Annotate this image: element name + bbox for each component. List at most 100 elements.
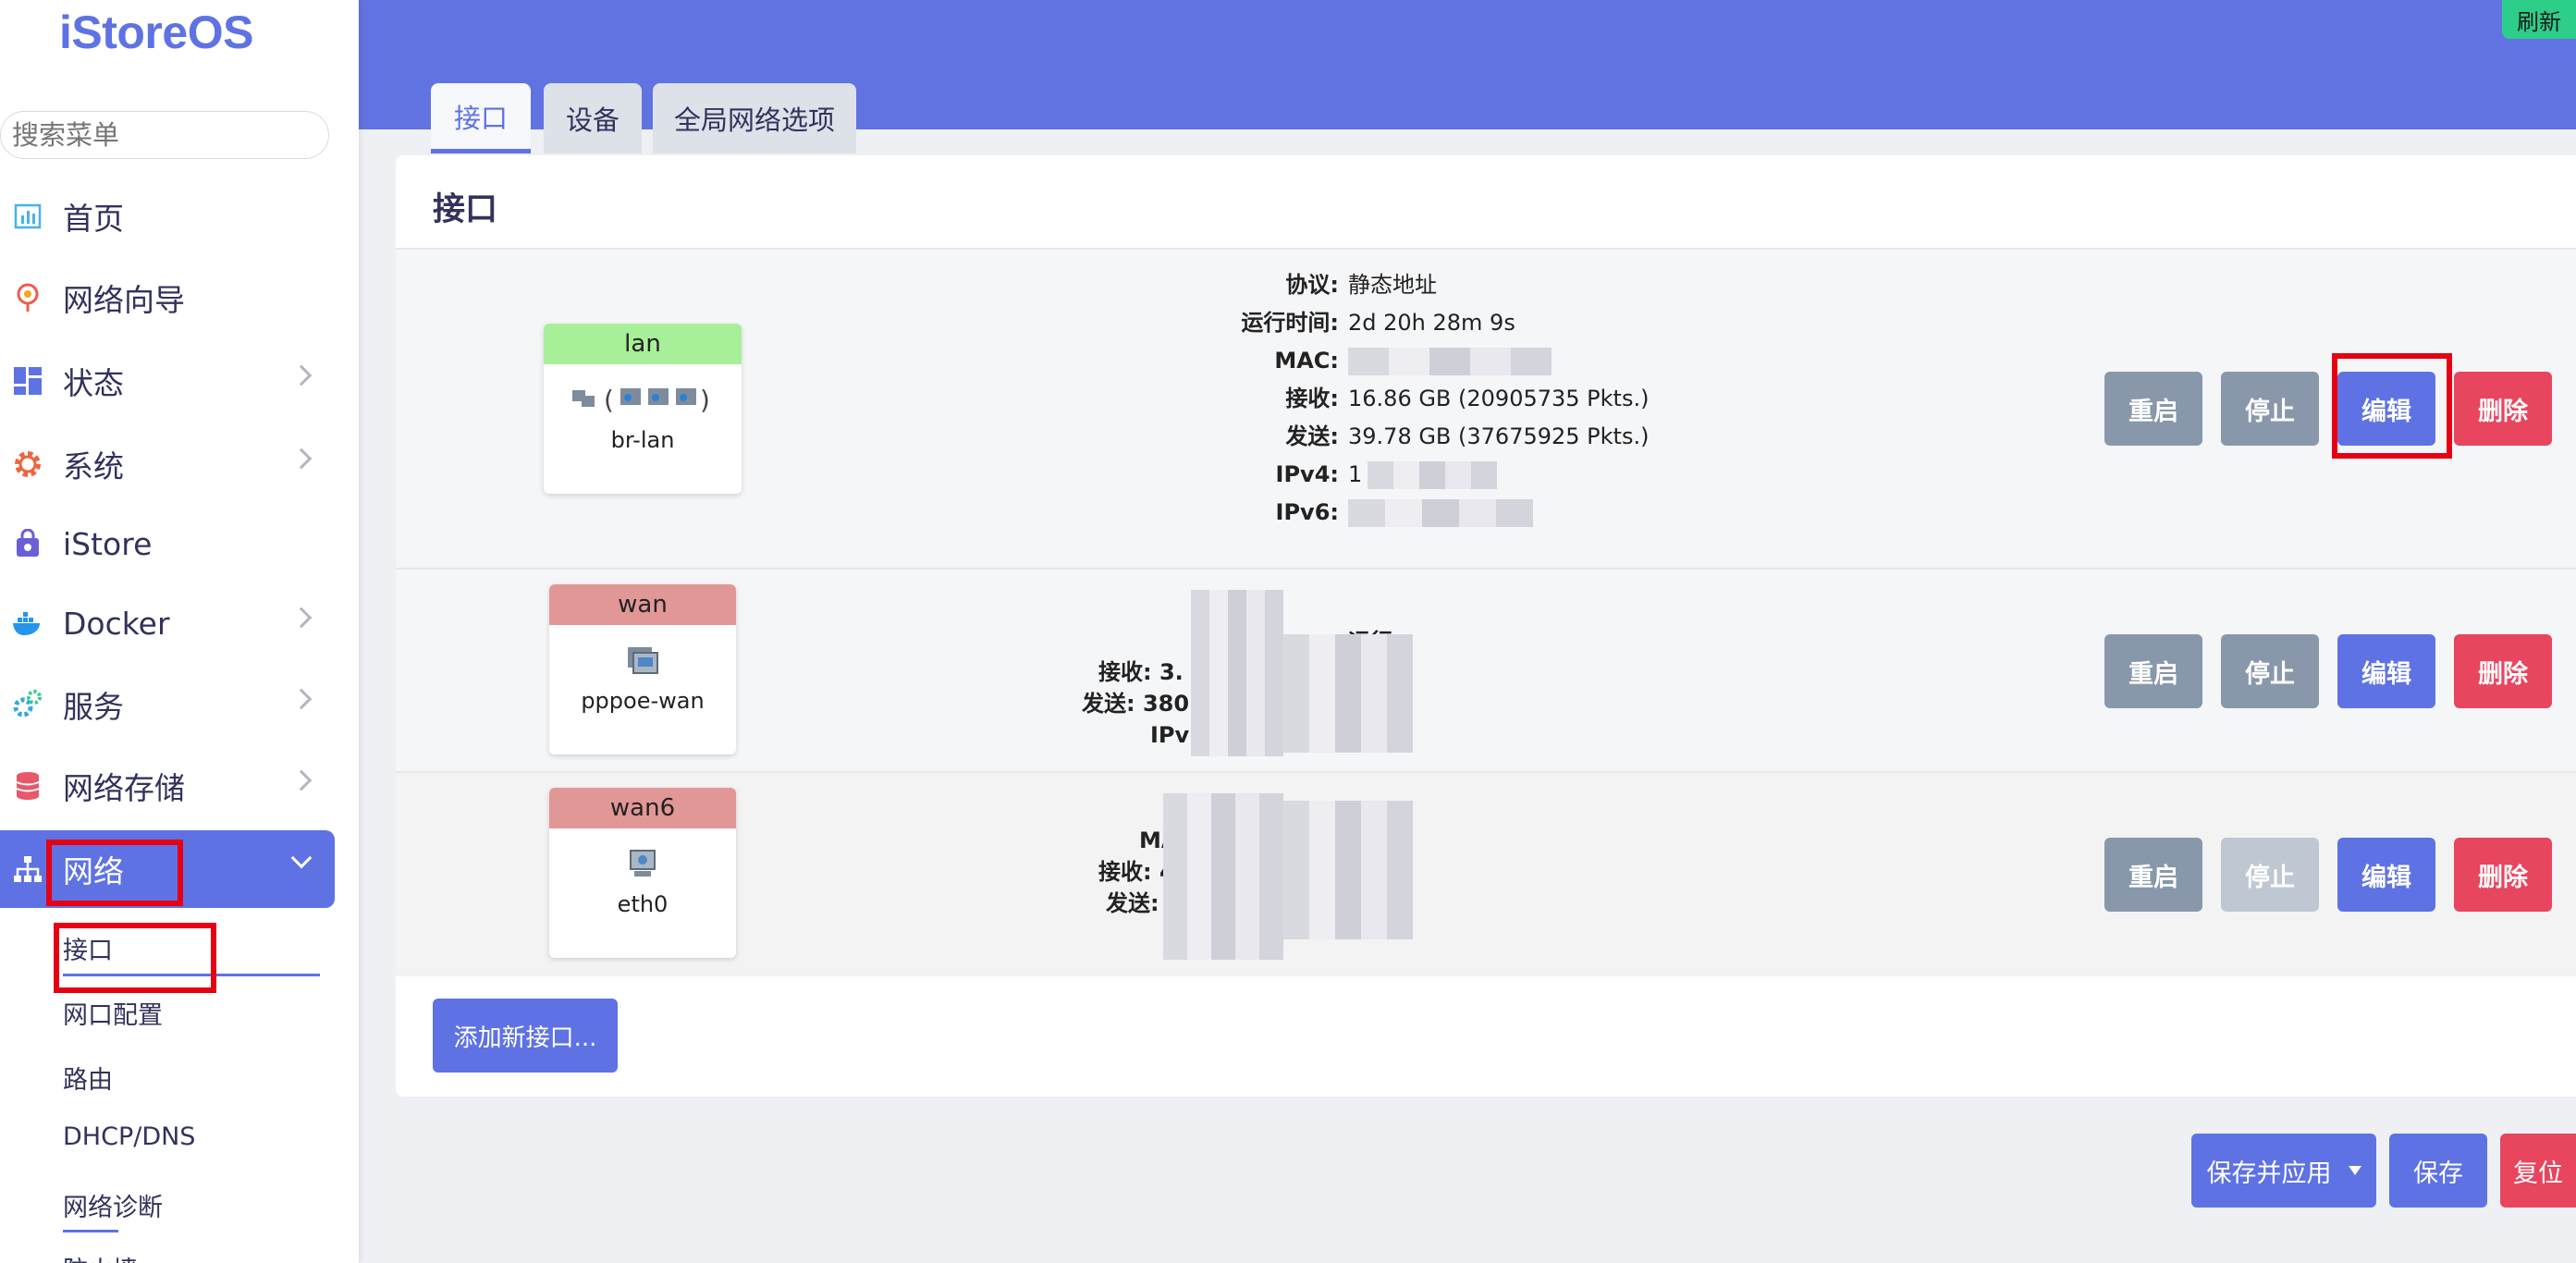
sidebar-item-docker[interactable]: Docker [0,584,335,662]
delete-button[interactable]: 删除 [2454,838,2552,912]
chevron-down-icon [290,847,313,869]
edit-button[interactable]: 编辑 [2337,372,2435,446]
save-apply-button[interactable]: 保存并应用 [2191,1134,2376,1208]
interface-name: lan [544,324,742,364]
device-name: eth0 [617,891,669,917]
tab-global-options[interactable]: 全局网络选项 [653,83,856,153]
restart-button[interactable]: 重启 [2104,634,2202,708]
rx-label: 接收: [1285,386,1339,411]
ipv4-value-partial: 1 [1348,461,1363,487]
interface-name: wan [549,584,736,625]
panel-title: 接口 [433,191,498,228]
sidebar-item-network-storage[interactable]: 网络存储 [0,747,335,825]
interface-info-labels-lan: 协议: 运行时间: MAC: 接收: 发送: IPv4: IPv6: [1061,266,1339,532]
interface-badge-wan[interactable]: wan pppoe-wan [549,584,736,754]
uptime-value: 2d 20h 28m 9s [1348,310,1515,336]
dashboard-icon [11,364,44,398]
protocol-value: 静态地址 [1348,272,1437,298]
reset-button[interactable]: 复位 [2500,1134,2576,1208]
mac-label: MAC: [1274,348,1339,374]
docker-icon [11,607,44,640]
delete-button[interactable]: 删除 [2454,634,2552,708]
interface-badge-wan6[interactable]: wan6 eth0 [549,788,736,958]
sidebar-item-label: 网络向导 [63,282,185,318]
pixelated-area [1163,793,1283,960]
ipv6-label: IPv6: [1275,499,1339,525]
interface-row-lan: lan ( ) br-lan 协议: 运行时间: MAC: 接收: 发送: IP… [396,248,2576,568]
sidebar-item-home[interactable]: 首页 [0,178,335,255]
edit-button[interactable]: 编辑 [2337,634,2435,708]
restart-button[interactable]: 重启 [2104,372,2202,446]
sidebar-item-label: 首页 [63,201,124,237]
chevron-right-icon [290,448,313,470]
interface-row-wan6: wan6 eth0 协 MAC 接收: 4 发送: 1 重启 停止 编辑 删除 [396,771,2576,976]
sidebar-item-label: 网络存储 [63,770,185,806]
search-input[interactable] [0,111,329,159]
refresh-button[interactable]: 刷新 [2502,0,2576,39]
device-name: br-lan [610,427,675,453]
add-interface-button[interactable]: 添加新接口... [433,999,618,1073]
ipv-partial: IPv [1150,722,1190,748]
sidebar-subitem-diagnostics[interactable]: 网络诊断 [63,1187,163,1223]
tab-devices[interactable]: 设备 [544,83,642,153]
rx-value: 16.86 GB (20905735 Pkts.) [1348,386,1650,411]
ipv4-blurred [1368,461,1498,489]
sitemap-icon [11,852,44,886]
svg-text:(: ( [604,385,614,415]
interfaces-panel: 接口 lan ( ) br-lan 协议: 运行时间: MAC: 接收: 发送:… [396,155,2576,1097]
sidebar-item-istore[interactable]: iStore [0,505,335,582]
sidebar-item-label: 服务 [63,689,124,725]
bag-icon [11,527,44,560]
mac-blurred [1348,348,1552,375]
sidebar-subitem-firewall[interactable]: 防火墙 [63,1250,138,1263]
device-name: pppoe-wan [581,688,705,714]
edit-button[interactable]: 编辑 [2337,838,2435,912]
active-underline [63,974,320,976]
gears-icon [11,688,44,721]
rx-partial: 接收: 3. [1098,659,1184,685]
dropdown-caret-icon [2348,1166,2361,1175]
save-button[interactable]: 保存 [2389,1134,2487,1208]
ipv4-label: IPv4: [1275,461,1339,487]
pixelated-area [1283,634,1413,753]
restart-button[interactable]: 重启 [2104,838,2202,912]
delete-button[interactable]: 删除 [2454,372,2552,446]
interface-info-values-lan: 静态地址 2d 20h 28m 9s 16.86 GB (20905735 Pk… [1348,266,1649,532]
sidebar-subitem-port-config[interactable]: 网口配置 [63,995,163,1031]
svg-text:): ) [700,385,710,415]
sidebar-item-network-wizard[interactable]: 网络向导 [0,259,335,337]
chevron-right-icon [290,688,313,710]
sidebar-item-label: 系统 [63,448,124,484]
tab-interfaces[interactable]: 接口 [431,83,531,153]
sidebar-subitem-interfaces[interactable]: 接口 [63,930,113,966]
database-icon [11,769,44,803]
sidebar-item-label: iStore [63,525,153,562]
ethernet-icon [549,840,736,888]
sidebar-item-status[interactable]: 状态 [0,342,335,420]
tx-partial: 发送: 380 [1082,691,1190,717]
pixelated-area [1191,590,1283,756]
logo: iStoreOS [59,6,253,58]
tx-label: 发送: [1285,423,1339,449]
chevron-right-icon [290,364,313,386]
pixelated-area [1283,801,1413,939]
sidebar-item-services[interactable]: 服务 [0,666,335,743]
tx-value: 39.78 GB (37675925 Pkts.) [1348,423,1650,449]
uptime-label: 运行时间: [1241,310,1339,336]
ppp-icon [549,636,736,684]
sidebar-item-network[interactable]: 网络 [0,830,335,908]
gear-icon [11,448,44,481]
sidebar-item-system[interactable]: 系统 [0,425,335,503]
stop-button[interactable]: 停止 [2221,634,2319,708]
interface-name: wan6 [549,788,736,828]
sidebar-subitem-routes[interactable]: 路由 [63,1060,113,1096]
interface-row-wan: wan pppoe-wan 运行 接收: 3. 发送: 380 IPv 重启 停… [396,568,2576,771]
hover-underline [63,1230,118,1232]
sidebar-subitem-dhcp-dns[interactable]: DHCP/DNS [63,1122,195,1151]
interface-badge-lan[interactable]: lan ( ) br-lan [544,324,742,494]
bridge-icon: ( ) [544,375,742,423]
save-apply-label: 保存并应用 [2206,1159,2332,1188]
protocol-label: 协议: [1285,272,1339,298]
globe-pin-icon [11,281,44,314]
stop-button[interactable]: 停止 [2221,372,2319,446]
